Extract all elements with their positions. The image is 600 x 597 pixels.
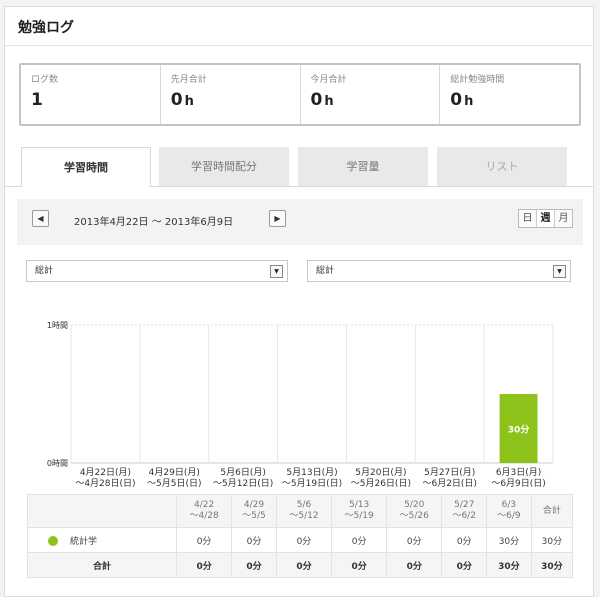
title-divider bbox=[5, 45, 593, 46]
stat-last-month: 先月合計 0h bbox=[159, 65, 300, 124]
tab-bar: 学習時間 学習時間配分 学習量 リスト bbox=[5, 147, 593, 187]
period-week-button[interactable]: 週 bbox=[536, 210, 554, 227]
bar-data-label: 30分 bbox=[508, 424, 530, 436]
table-header-total: 合計 bbox=[530, 494, 574, 528]
table-cell: 0分 bbox=[231, 527, 277, 553]
table-cell: 0分 bbox=[175, 552, 233, 578]
x-tick-label: ～5月26日(日) bbox=[351, 478, 411, 489]
tab-list[interactable]: リスト bbox=[437, 147, 567, 187]
stat-unit: h bbox=[324, 94, 334, 109]
x-tick-label: 4月29日(月) bbox=[149, 467, 200, 478]
period-month-button[interactable]: 月 bbox=[554, 210, 572, 227]
period-toggle: 日 週 月 bbox=[518, 209, 573, 228]
x-tick-label: ～6月2日(日) bbox=[422, 478, 476, 489]
table-header-cell: 5/6 ～5/12 bbox=[275, 494, 333, 528]
prev-arrow-icon[interactable]: ◀ bbox=[32, 210, 49, 227]
x-tick-label: ～5月5日(日) bbox=[147, 478, 201, 489]
stat-label: 総計勉強時間 bbox=[450, 75, 505, 85]
stat-this-month: 今月合計 0h bbox=[299, 65, 440, 124]
table-cell: 0分 bbox=[441, 552, 488, 578]
table-header-cell: 6/3 ～6/9 bbox=[486, 494, 532, 528]
stat-label: 先月合計 bbox=[170, 75, 207, 85]
stats-box: ログ数 1 先月合計 0h 今月合計 0h 総計勉強時間 0h bbox=[19, 63, 581, 126]
table-header-cell: 4/29 ～5/5 bbox=[231, 494, 277, 528]
y-tick-label: 0時間 bbox=[47, 459, 68, 468]
study-log-panel: 勉強ログ ログ数 1 先月合計 0h 今月合計 0h 総計勉強時間 0h 学習時… bbox=[4, 6, 594, 597]
table-cell: 0分 bbox=[331, 552, 388, 578]
subject-cell: 統計学 bbox=[27, 527, 177, 553]
table-header-cell: 5/27 ～6/2 bbox=[441, 494, 488, 528]
stat-label: ログ数 bbox=[31, 75, 59, 85]
select-value: 総計 bbox=[316, 266, 335, 276]
table-header-cell: 5/13 ～5/19 bbox=[331, 494, 388, 528]
table-total-row: 合計 0分 0分 0分 0分 0分 0分 30分 30分 bbox=[27, 552, 574, 578]
stat-total-time: 総計勉強時間 0h bbox=[439, 65, 579, 124]
table-cell: 30分 bbox=[486, 527, 532, 553]
tab-study-amount[interactable]: 学習量 bbox=[298, 147, 428, 187]
stat-label: 今月合計 bbox=[310, 75, 347, 85]
next-arrow-icon[interactable]: ▶ bbox=[269, 210, 286, 227]
x-tick-label: ～6月9日(日) bbox=[491, 478, 545, 489]
chevron-down-icon: ▼ bbox=[270, 265, 283, 278]
table-cell: 0分 bbox=[386, 527, 443, 553]
stat-value: 0 bbox=[450, 90, 463, 110]
x-tick-label: 5月20日(月) bbox=[355, 467, 406, 478]
table-row: 統計学 0分 0分 0分 0分 0分 0分 30分 30分 bbox=[27, 527, 574, 553]
stat-value: 0 bbox=[310, 90, 323, 110]
table-header-cell: 5/20 ～5/26 bbox=[386, 494, 443, 528]
y-tick-label: 1時間 bbox=[47, 321, 68, 330]
total-label: 合計 bbox=[27, 552, 177, 578]
date-navigation-bar: ◀ 2013年4月22日 ～ 2013年6月9日 ▶ 日 週 月 bbox=[17, 199, 583, 245]
x-tick-label: 5月6日(月) bbox=[220, 467, 265, 478]
x-tick-label: ～5月12日(日) bbox=[213, 478, 273, 489]
stat-unit: h bbox=[184, 94, 194, 109]
x-tick-label: ～5月19日(日) bbox=[282, 478, 342, 489]
table-cell: 0分 bbox=[275, 552, 333, 578]
x-tick-label: 6月3日(月) bbox=[496, 467, 541, 478]
period-day-button[interactable]: 日 bbox=[519, 210, 536, 227]
chevron-down-icon: ▼ bbox=[553, 265, 566, 278]
table-header-row: 4/22 ～4/28 4/29 ～5/5 5/6 ～5/12 5/13 ～5/19 5/… bbox=[27, 494, 574, 528]
filter-select-left[interactable]: 総計 ▼ bbox=[26, 260, 288, 282]
table-cell: 0分 bbox=[441, 527, 488, 553]
x-tick-label: 5月13日(月) bbox=[286, 467, 337, 478]
stat-value: 1 bbox=[31, 90, 43, 110]
table-cell: 30分 bbox=[530, 527, 574, 553]
x-tick-label: ～4月28日(日) bbox=[75, 478, 135, 489]
date-range: 2013年4月22日 ～ 2013年6月9日 bbox=[74, 217, 234, 228]
table-cell: 0分 bbox=[331, 527, 388, 553]
table-cell: 0分 bbox=[386, 552, 443, 578]
study-time-chart: 0時間 1時間 4月22日(月)～4月28日(日) 4月29日(月)～5月5日(日) 5… bbox=[47, 321, 554, 489]
stat-value: 0 bbox=[170, 90, 183, 110]
tab-time-distribution[interactable]: 学習時間配分 bbox=[159, 147, 289, 187]
stat-log-count: ログ数 1 bbox=[21, 65, 160, 124]
subject-color-dot bbox=[48, 536, 58, 546]
x-tick-label: 5月27日(月) bbox=[424, 467, 475, 478]
x-tick-label: 4月22日(月) bbox=[80, 467, 131, 478]
table-cell: 0分 bbox=[175, 527, 233, 553]
table-cell: 30分 bbox=[486, 552, 532, 578]
summary-table: 4/22 ～4/28 4/29 ～5/5 5/6 ～5/12 5/13 ～5/19 5/… bbox=[27, 494, 574, 578]
select-value: 総計 bbox=[35, 266, 54, 276]
table-header-blank bbox=[27, 494, 177, 528]
table-cell: 0分 bbox=[231, 552, 277, 578]
table-header-cell: 4/22 ～4/28 bbox=[175, 494, 233, 528]
table-cell: 0分 bbox=[275, 527, 333, 553]
stat-unit: h bbox=[464, 94, 474, 109]
page-title: 勉強ログ bbox=[18, 20, 74, 36]
table-cell: 30分 bbox=[530, 552, 574, 578]
tab-study-time[interactable]: 学習時間 bbox=[21, 147, 151, 187]
filter-select-right[interactable]: 総計 ▼ bbox=[307, 260, 571, 282]
